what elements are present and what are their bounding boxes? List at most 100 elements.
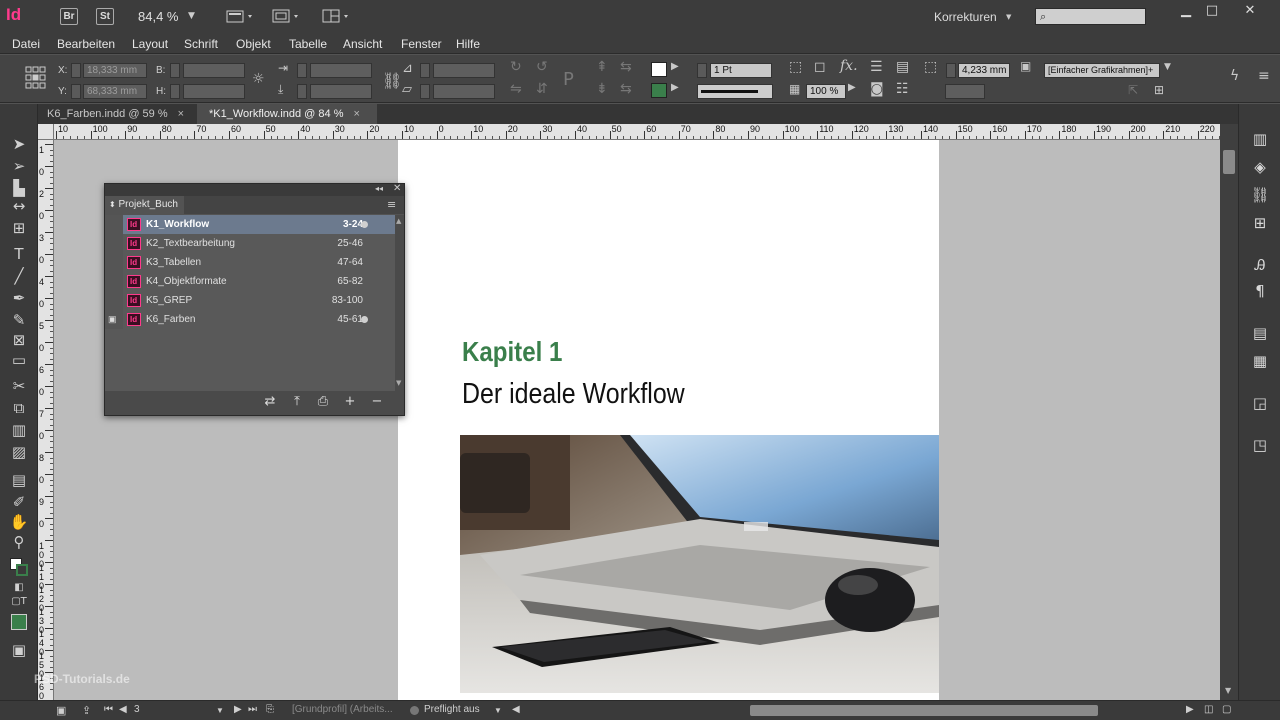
help-search-input[interactable]: ⌕ — [1035, 8, 1146, 25]
menu-bearbeiten[interactable]: Bearbeiten — [57, 37, 115, 51]
tab-k6-farben[interactable]: K6_Farben.indd @ 59 % × — [35, 104, 196, 124]
offset-stepper[interactable] — [946, 63, 956, 78]
eyedropper-tool-icon[interactable]: ✐ — [9, 492, 29, 512]
stroke-weight-field[interactable]: 1 Pt — [710, 63, 772, 78]
select-previous-icon[interactable]: ⇆ — [620, 59, 632, 75]
paragraph-styles-icon[interactable]: ¶ — [1249, 280, 1271, 302]
zoom-tool-icon[interactable]: ⚲ — [9, 532, 29, 552]
workspace-switcher[interactable]: Korrekturen — [934, 10, 997, 24]
collapse-panel-icon[interactable]: ◂◂ — [375, 184, 383, 193]
rotate-ccw-icon[interactable]: ↺ — [536, 59, 548, 75]
book-document-row[interactable]: K4_Objektformate 65-82 — [105, 272, 395, 291]
offset-field[interactable]: 4,233 mm — [958, 63, 1010, 78]
rectangle-tool-icon[interactable]: ▭ — [9, 350, 29, 370]
gap-tool-icon[interactable]: ↔ — [9, 196, 29, 216]
link-icon[interactable]: ⛓ — [382, 71, 402, 90]
direct-selection-tool-icon[interactable]: ➢ — [9, 156, 29, 176]
menu-objekt[interactable]: Objekt — [236, 37, 271, 51]
save-book-icon[interactable]: ⤒ — [288, 394, 306, 410]
gradient-feather-tool-icon[interactable]: ▨ — [9, 442, 29, 462]
open-book-icon[interactable]: ▣ — [56, 704, 66, 717]
style-source-gutter[interactable] — [105, 215, 123, 234]
object-style-clear-icon[interactable]: ⇱ — [1128, 83, 1138, 97]
select-next-icon[interactable]: ⇆ — [620, 81, 632, 97]
add-document-icon[interactable]: + — [341, 394, 359, 410]
opacity-field[interactable]: 100 % — [806, 84, 846, 99]
object-styles-icon[interactable]: ◲ — [1249, 392, 1271, 414]
scale-x-stepper[interactable] — [297, 63, 307, 78]
constrain-proportions-icon[interactable]: ☼ — [252, 71, 265, 87]
chapter-title[interactable]: Der ideale Workflow — [462, 378, 685, 411]
tab-projekt-buch[interactable]: ⬍ Projekt_Buch — [105, 196, 184, 214]
table-panel-icon[interactable]: ⊞ — [1249, 212, 1271, 234]
style-source-gutter[interactable]: ▣ — [105, 310, 123, 329]
scrollbar-thumb[interactable] — [1223, 150, 1235, 174]
selection-tool-icon[interactable]: ➤ — [9, 134, 29, 154]
width-field[interactable] — [183, 63, 245, 78]
workspace-dropdown-icon[interactable]: ▼ — [1006, 13, 1011, 21]
corner-shape-select[interactable] — [945, 84, 985, 99]
stroke-weight-stepper[interactable] — [697, 63, 707, 78]
stock-button[interactable]: St — [96, 8, 114, 25]
hand-tool-icon[interactable]: ✋ — [9, 512, 29, 532]
reference-point-icon[interactable] — [24, 65, 48, 91]
pages-panel-icon[interactable]: ▥ — [1249, 128, 1271, 150]
book-document-row[interactable]: ▣ K6_Farben 45-61 — [105, 310, 395, 329]
previous-page-icon[interactable]: ◀ — [119, 704, 127, 715]
stroke-color-icon[interactable] — [16, 564, 28, 576]
style-source-gutter[interactable] — [105, 272, 123, 291]
text-wrap-shape-icon[interactable]: ◙ — [870, 81, 884, 97]
scale-x-field[interactable] — [310, 63, 372, 78]
text-wrap-none-icon[interactable]: ☰ — [870, 59, 883, 75]
close-panel-icon[interactable]: ✕ — [393, 183, 401, 194]
document-page[interactable]: Kapitel 1 Der ideale Workflow — [398, 140, 939, 700]
horizontal-ruler[interactable]: 10 100 90 80 70 60 50 40 30 20 10 0 10 20 30 40 50 60 70 80… — [54, 124, 1220, 140]
close-icon[interactable]: × — [353, 108, 359, 120]
pencil-tool-icon[interactable]: ✎ — [9, 310, 29, 330]
vertical-ruler[interactable]: 1020304050607080901 0 01 1 01 2 01 3 01 … — [38, 140, 54, 700]
frame-fitting-icon[interactable]: ⬚ — [789, 59, 802, 75]
scroll-down-icon[interactable]: ▼ — [396, 379, 401, 387]
select-content-icon[interactable]: ⇟ — [596, 81, 608, 97]
pen-tool-icon[interactable]: ✒ — [9, 288, 29, 308]
rectangle-frame-tool-icon[interactable]: ⊠ — [9, 330, 29, 350]
laptop-photo-frame[interactable] — [460, 435, 939, 693]
links-panel-icon[interactable]: ⛓ — [1249, 184, 1271, 206]
fill-swatch[interactable] — [651, 62, 667, 77]
width-stepper[interactable] — [170, 63, 180, 78]
flip-horizontal-icon[interactable]: ⇋ — [510, 81, 522, 97]
book-document-row[interactable]: K3_Tabellen 47-64 — [105, 253, 395, 272]
page-switch-icon[interactable]: ⎘ — [266, 704, 274, 715]
window-resize-icon[interactable]: ▢ — [1222, 704, 1231, 715]
object-style-new-icon[interactable]: ⊞ — [1154, 83, 1164, 97]
view-options-button[interactable] — [226, 8, 256, 24]
free-transform-tool-icon[interactable]: ⧉ — [9, 398, 29, 418]
shear-stepper[interactable] — [420, 84, 430, 99]
synchronize-icon[interactable]: ⇄ — [261, 394, 279, 410]
page-tool-icon[interactable]: ▙ — [9, 178, 29, 198]
scale-y-stepper[interactable] — [297, 84, 307, 99]
remove-document-icon[interactable]: − — [368, 394, 386, 410]
print-book-icon[interactable]: ⎙ — [314, 394, 332, 410]
height-stepper[interactable] — [170, 84, 180, 99]
book-document-row[interactable]: K5_GREP 83-100 — [105, 291, 395, 310]
panel-title-bar[interactable]: ◂◂ ✕ — [105, 183, 404, 196]
maximize-button[interactable]: □ — [1198, 4, 1226, 18]
zoom-dropdown-icon[interactable]: ▼ — [188, 11, 195, 21]
menu-datei[interactable]: Datei — [12, 37, 40, 51]
vertical-scrollbar[interactable]: ▼ — [1220, 124, 1238, 700]
scroll-left-icon[interactable]: ◀ — [512, 704, 520, 715]
text-direction-icon[interactable]: P — [563, 69, 574, 90]
page-number-field[interactable]: 3 — [134, 704, 140, 715]
bridge-button[interactable]: Br — [60, 8, 78, 25]
gradient-swatch-tool-icon[interactable]: ▥ — [9, 420, 29, 440]
y-field[interactable]: 68,333 mm — [83, 84, 147, 99]
scale-y-field[interactable] — [310, 84, 372, 99]
control-panel-menu-icon[interactable]: ≡ — [1258, 68, 1270, 84]
scroll-down-arrow-icon[interactable]: ▼ — [1225, 686, 1231, 695]
scroll-up-icon[interactable]: ▲ — [396, 217, 401, 225]
style-source-gutter[interactable] — [105, 253, 123, 272]
object-style-dropdown-icon[interactable]: ▼ — [1164, 62, 1171, 72]
stroke-swatch[interactable] — [651, 83, 667, 98]
style-source-gutter[interactable] — [105, 291, 123, 310]
